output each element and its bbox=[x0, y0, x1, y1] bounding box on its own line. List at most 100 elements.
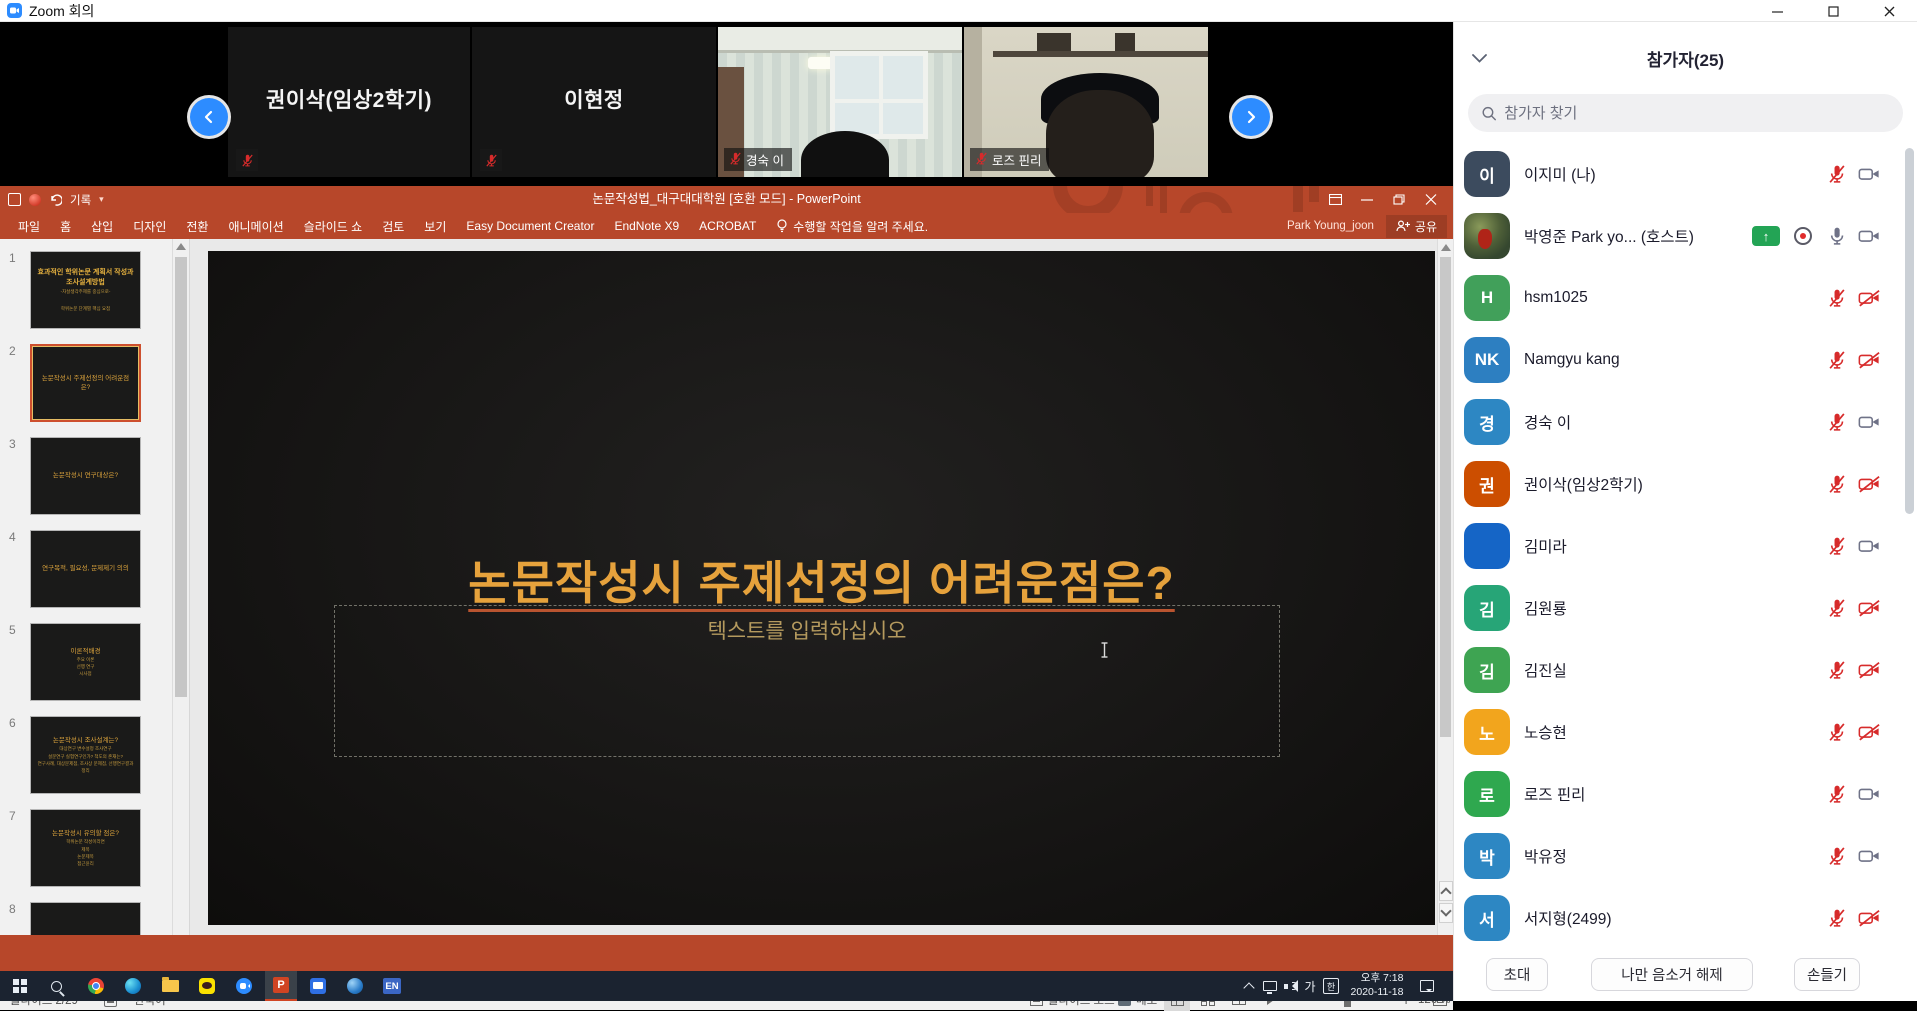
clock[interactable]: 오후 7:182020-11-18 bbox=[1344, 971, 1410, 1001]
camera-on-icon[interactable] bbox=[1857, 783, 1881, 805]
next-slide-button[interactable] bbox=[1439, 903, 1453, 923]
video-tile-leehyunjung[interactable]: 이현정 bbox=[472, 27, 716, 177]
participant-row[interactable]: 경경숙 이 bbox=[1454, 391, 1917, 453]
participant-row[interactable]: 권권이삭(임상2학기) bbox=[1454, 453, 1917, 515]
mic-muted-icon[interactable] bbox=[1826, 163, 1848, 185]
ribbon-tab-2[interactable]: 홈 bbox=[50, 213, 81, 239]
ribbon-tab-3[interactable]: 삽입 bbox=[81, 213, 123, 239]
mic-muted-icon[interactable] bbox=[1826, 907, 1848, 929]
camera-on-icon[interactable] bbox=[1857, 845, 1881, 867]
action-center-icon[interactable] bbox=[1414, 971, 1440, 1001]
volume-icon[interactable] bbox=[1280, 971, 1302, 1001]
camera-off-icon[interactable] bbox=[1857, 721, 1881, 743]
close-button[interactable] bbox=[1861, 0, 1917, 22]
edge-icon[interactable] bbox=[117, 971, 149, 1001]
slide-thumbnail-3[interactable]: 논문작성시 연구대상은? bbox=[30, 437, 141, 515]
slide-thumbnail-2[interactable]: 논문작성시 주제선정의 어려운점은? bbox=[30, 344, 141, 422]
participant-search-input[interactable] bbox=[1504, 105, 1889, 122]
start-button[interactable] bbox=[4, 971, 36, 1001]
content-placeholder-box[interactable]: 텍스트를 입력하십시오 bbox=[334, 605, 1280, 757]
tv-app-icon[interactable] bbox=[302, 971, 334, 1001]
current-slide[interactable]: 논문작성시 주제선정의 어려운점은? 텍스트를 입력하십시오 bbox=[208, 251, 1435, 925]
slide-thumbnail-4[interactable]: 연구목적, 필요성, 문제제기 의의 bbox=[30, 530, 141, 608]
browser-sphere-icon[interactable] bbox=[339, 971, 371, 1001]
placeholder-text[interactable]: 텍스트를 입력하십시오 bbox=[335, 615, 1279, 645]
invite-button[interactable]: 초대 bbox=[1486, 958, 1548, 991]
camera-off-icon[interactable] bbox=[1857, 287, 1881, 309]
mic-muted-icon[interactable] bbox=[1826, 411, 1848, 433]
mic-on-icon[interactable] bbox=[1826, 225, 1848, 247]
ribbon-tab-7[interactable]: 슬라이드 쇼 bbox=[294, 213, 373, 239]
slide-thumbnail-6[interactable]: 논문작성시 조사설계는?대상연구 변수설정 조사연구설문연구 실험연구인가? 척… bbox=[30, 716, 141, 794]
participant-row[interactable]: Hhsm1025 bbox=[1454, 267, 1917, 329]
ribbon-tab-12[interactable]: ACROBAT bbox=[689, 213, 766, 239]
participants-scrollbar[interactable] bbox=[1905, 148, 1914, 514]
camera-off-icon[interactable] bbox=[1857, 597, 1881, 619]
ribbon-tab-11[interactable]: EndNote X9 bbox=[604, 213, 689, 239]
slide-thumbnail-8[interactable]: 논문작성 시의 작성법은? bbox=[30, 902, 141, 935]
chrome-icon[interactable] bbox=[80, 971, 112, 1001]
ribbon-tab-9[interactable]: 보기 bbox=[414, 213, 456, 239]
mic-muted-icon[interactable] bbox=[1826, 597, 1848, 619]
mic-muted-icon[interactable] bbox=[1826, 287, 1848, 309]
ribbon-tab-6[interactable]: 애니메이션 bbox=[218, 213, 293, 239]
camera-on-icon[interactable] bbox=[1857, 411, 1881, 433]
ribbon-tab-4[interactable]: 디자인 bbox=[123, 213, 176, 239]
participant-row[interactable]: 서서지형(2499) bbox=[1454, 887, 1917, 949]
previous-slide-button[interactable] bbox=[1439, 881, 1453, 901]
mic-muted-icon[interactable] bbox=[1826, 845, 1848, 867]
scroll-up-icon[interactable] bbox=[1441, 244, 1451, 251]
participant-row[interactable]: 김김원룡 bbox=[1454, 577, 1917, 639]
camera-off-icon[interactable] bbox=[1857, 473, 1881, 495]
ribbon-tab-10[interactable]: Easy Document Creator bbox=[456, 213, 604, 239]
maximize-button[interactable] bbox=[1805, 0, 1861, 22]
camera-on-icon[interactable] bbox=[1857, 535, 1881, 557]
tray-expand-icon[interactable] bbox=[1238, 971, 1260, 1001]
video-tile-rosepinri[interactable]: 로즈 핀리 bbox=[964, 27, 1208, 177]
slide-thumbnail-7[interactable]: 논문작성시 유의할 점은?학위논문 작성이라면제목논문제목접근윤리 bbox=[30, 809, 141, 887]
scrollbar-thumb[interactable] bbox=[1440, 257, 1451, 737]
video-tile-kyungsooklee[interactable]: 경숙 이 bbox=[718, 27, 962, 177]
ribbon-tab-1[interactable]: 파일 bbox=[8, 213, 50, 239]
camera-on-icon[interactable] bbox=[1857, 163, 1881, 185]
ribbon-display-options-button[interactable] bbox=[1319, 186, 1351, 213]
participant-row[interactable]: 이이지미 (나) bbox=[1454, 143, 1917, 205]
ime-korean-indicator[interactable]: 가 bbox=[1300, 971, 1320, 1001]
slide-title-text[interactable]: 논문작성시 주제선정의 어려운점은? bbox=[208, 547, 1435, 613]
unmute-me-button[interactable]: 나만 음소거 해제 bbox=[1591, 958, 1753, 991]
ime-mode-icon[interactable]: 한 bbox=[1320, 971, 1342, 1001]
tell-me-box[interactable]: 수행할 작업을 알려 주세요. bbox=[766, 218, 928, 235]
video-tile-kwonisak[interactable]: 권이삭(임상2학기) bbox=[228, 27, 470, 177]
participant-row[interactable]: NKNamgyu kang bbox=[1454, 329, 1917, 391]
zoom-app-icon[interactable] bbox=[228, 971, 260, 1001]
taskbar-search-icon[interactable] bbox=[40, 971, 72, 1001]
powerpoint-taskbar-icon[interactable]: P bbox=[265, 971, 297, 1001]
ppt-close-button[interactable] bbox=[1415, 186, 1447, 213]
mic-muted-icon[interactable] bbox=[1826, 659, 1848, 681]
participant-row[interactable]: 김미라 bbox=[1454, 515, 1917, 577]
mic-muted-icon[interactable] bbox=[1826, 473, 1848, 495]
participant-row[interactable]: 박영준 Park yo... (호스트)↑ bbox=[1454, 205, 1917, 267]
ppt-restore-button[interactable] bbox=[1383, 186, 1415, 213]
camera-off-icon[interactable] bbox=[1857, 907, 1881, 929]
scroll-up-icon[interactable] bbox=[176, 243, 186, 250]
raise-hand-button[interactable]: 손들기 bbox=[1794, 958, 1860, 991]
slide-scrollbar[interactable] bbox=[1437, 239, 1453, 935]
ribbon-tab-5[interactable]: 전환 bbox=[176, 213, 218, 239]
next-videos-button[interactable] bbox=[1232, 98, 1270, 136]
slide-thumbnail-1[interactable]: 효과적인 학위논문 계획서 작성과 조사설계방법-자살생각주제를 중심으로-학위… bbox=[30, 251, 141, 329]
share-button[interactable]: 공유 bbox=[1386, 215, 1447, 238]
previous-videos-button[interactable] bbox=[190, 98, 228, 136]
minimize-button[interactable] bbox=[1749, 0, 1805, 22]
language-bar-badge[interactable]: EN bbox=[376, 971, 408, 1001]
network-icon[interactable] bbox=[1258, 971, 1282, 1001]
mic-muted-icon[interactable] bbox=[1826, 783, 1848, 805]
ppt-minimize-button[interactable] bbox=[1351, 186, 1383, 213]
participant-row[interactable]: 김김진실 bbox=[1454, 639, 1917, 701]
mic-muted-icon[interactable] bbox=[1826, 721, 1848, 743]
mic-muted-icon[interactable] bbox=[1826, 535, 1848, 557]
camera-off-icon[interactable] bbox=[1857, 659, 1881, 681]
camera-off-icon[interactable] bbox=[1857, 349, 1881, 371]
scrollbar-thumb[interactable] bbox=[175, 257, 187, 697]
mic-muted-icon[interactable] bbox=[1826, 349, 1848, 371]
